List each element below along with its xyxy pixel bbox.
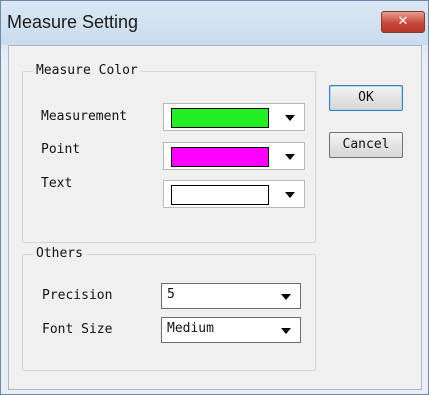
measurement-color-swatch	[171, 108, 269, 128]
dialog-body: Measure Color Measurement Point Text Oth…	[8, 45, 422, 390]
point-label: Point	[41, 142, 81, 157]
measure-color-group: Measure Color Measurement Point Text	[22, 63, 316, 243]
point-color-picker[interactable]	[163, 142, 305, 170]
font-size-value: Medium	[167, 321, 214, 336]
dialog-title: Measure Setting	[7, 12, 139, 32]
text-color-swatch	[171, 185, 269, 205]
precision-label: Precision	[42, 288, 113, 303]
chevron-down-icon	[285, 154, 295, 160]
measure-color-group-label: Measure Color	[33, 63, 141, 78]
measurement-color-picker[interactable]	[163, 103, 305, 131]
measure-setting-dialog: Measure Setting ✕ Measure Color Measurem…	[0, 0, 429, 395]
others-group-label: Others	[33, 246, 86, 261]
precision-select[interactable]: 5	[161, 283, 301, 309]
point-color-swatch	[171, 147, 269, 167]
precision-value: 5	[167, 287, 175, 302]
ok-button[interactable]: OK	[329, 85, 403, 111]
others-group: Others Precision 5 Font Size Medium	[22, 246, 316, 371]
cancel-button[interactable]: Cancel	[329, 132, 403, 158]
chevron-down-icon	[281, 328, 291, 334]
text-color-picker[interactable]	[163, 180, 305, 208]
font-size-label: Font Size	[42, 322, 113, 337]
title-bar[interactable]: Measure Setting ✕	[1, 1, 428, 45]
chevron-down-icon	[285, 115, 295, 121]
measurement-label: Measurement	[41, 109, 128, 124]
close-button[interactable]: ✕	[381, 11, 425, 33]
text-label: Text	[41, 176, 73, 191]
chevron-down-icon	[285, 192, 295, 198]
chevron-down-icon	[281, 294, 291, 300]
font-size-select[interactable]: Medium	[161, 317, 301, 343]
close-icon: ✕	[397, 14, 409, 29]
